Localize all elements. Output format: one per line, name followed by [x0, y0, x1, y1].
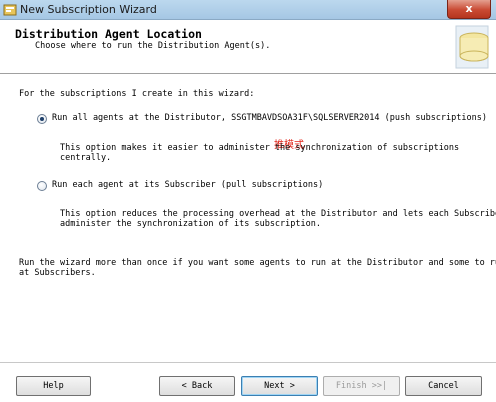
- footer-divider: [0, 362, 496, 363]
- help-button[interactable]: Help: [16, 376, 91, 396]
- push-option-label[interactable]: Run all agents at the Distributor, SSGTM…: [52, 113, 487, 124]
- database-icon: [455, 25, 489, 69]
- push-radio[interactable]: [37, 114, 47, 124]
- back-button[interactable]: < Back: [159, 376, 235, 396]
- pull-option-label[interactable]: Run each agent at its Subscriber (pull s…: [52, 180, 323, 191]
- page-title: Distribution Agent Location: [15, 27, 202, 41]
- cancel-button[interactable]: Cancel: [405, 376, 482, 396]
- next-button[interactable]: Next >: [241, 376, 318, 396]
- finish-button[interactable]: Finish >>|: [323, 376, 400, 396]
- page-subtitle: Choose where to run the Distribution Age…: [35, 41, 271, 51]
- push-description-line1: This option makes it easier to administe…: [60, 143, 460, 153]
- pull-radio[interactable]: [37, 181, 47, 191]
- push-description-line2: centrally.: [60, 153, 112, 163]
- close-icon: x: [465, 2, 473, 15]
- title-bar[interactable]: New Subscription Wizard x: [0, 0, 496, 20]
- note-line2: at Subscribers.: [19, 268, 96, 278]
- window-title: New Subscription Wizard: [20, 3, 157, 16]
- close-button[interactable]: x: [447, 0, 491, 19]
- wizard-app-icon: [3, 4, 17, 16]
- pull-description-line2: administer the synchronization of its su…: [60, 219, 321, 229]
- intro-text: For the subscriptions I create in this w…: [19, 89, 255, 99]
